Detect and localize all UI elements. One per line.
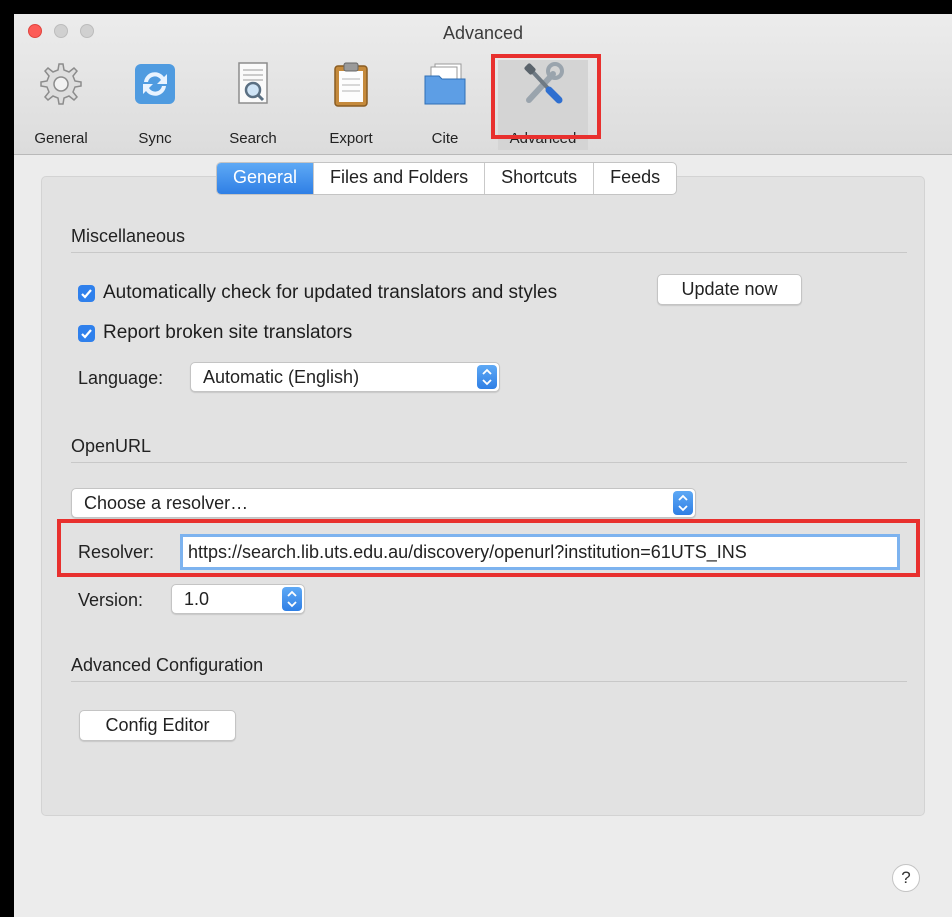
resolver-label: Resolver: (78, 542, 155, 562)
section-heading-openurl: OpenURL (71, 436, 152, 456)
toolbar-label-search: Search (229, 130, 277, 147)
divider (71, 462, 907, 463)
report-broken-checkbox[interactable] (78, 324, 95, 342)
clipboard-icon (334, 62, 368, 107)
checkmark-icon (81, 328, 92, 339)
toolbar-cite[interactable]: Cite (400, 60, 490, 150)
tab-bar: General Files and Folders Shortcuts Feed… (216, 162, 678, 195)
section-heading-advanced-configuration: Advanced Configuration (71, 655, 264, 675)
title-bar: Advanced General Sync Search Export Cite… (14, 14, 952, 155)
toolbar-label-advanced: Advanced (509, 130, 577, 147)
toolbar-search[interactable]: Search (208, 60, 298, 150)
sync-icon (135, 64, 175, 104)
tab-files-and-folders[interactable]: Files and Folders (314, 163, 486, 194)
toolbar-sync[interactable]: Sync (110, 60, 200, 150)
language-value: Automatic (English) (203, 367, 360, 387)
toolbar-advanced[interactable]: Advanced (498, 60, 588, 150)
preferences-window: Advanced General Sync Search Export Cite… (14, 14, 952, 917)
tab-feeds[interactable]: Feeds (594, 163, 676, 194)
toolbar-label-general: General (34, 130, 88, 147)
chevron-updown-icon (673, 491, 693, 515)
auto-check-row: Automatically check for updated translat… (78, 282, 557, 304)
version-label: Version: (78, 590, 144, 610)
tab-general[interactable]: General (217, 163, 315, 194)
toolbar-label-cite: Cite (431, 130, 459, 147)
language-label: Language: (78, 368, 164, 388)
folder-icon (424, 63, 466, 105)
report-broken-row: Report broken site translators (78, 322, 352, 344)
divider (71, 252, 907, 253)
resolver-select-value: Choose a resolver… (84, 493, 249, 513)
divider (71, 681, 907, 682)
toolbar-general[interactable]: General (16, 60, 106, 150)
checkmark-icon (81, 288, 92, 299)
section-heading-miscellaneous: Miscellaneous (71, 226, 186, 246)
resolver-url-field[interactable]: https://search.lib.uts.edu.au/discovery/… (180, 534, 900, 570)
chevron-updown-icon (282, 587, 302, 611)
gear-icon (40, 63, 82, 105)
help-button[interactable]: ? (892, 864, 920, 892)
tools-icon (524, 62, 564, 104)
toolbar-label-export: Export (329, 130, 373, 147)
resolver-select[interactable]: Choose a resolver… (71, 488, 696, 518)
version-value: 1.0 (184, 589, 210, 609)
config-editor-button[interactable]: Config Editor (79, 710, 236, 741)
tab-shortcuts[interactable]: Shortcuts (485, 163, 595, 194)
update-now-button[interactable]: Update now (657, 274, 802, 305)
report-broken-label: Report broken site translators (103, 322, 353, 343)
version-select[interactable]: 1.0 (171, 584, 305, 614)
chevron-updown-icon (477, 365, 497, 389)
auto-check-label: Automatically check for updated translat… (103, 282, 558, 303)
search-icon (238, 62, 268, 104)
language-select[interactable]: Automatic (English) (190, 362, 500, 392)
window-title: Advanced (442, 23, 524, 43)
toolbar-label-sync: Sync (138, 130, 172, 147)
toolbar-export[interactable]: Export (306, 60, 396, 150)
auto-check-checkbox[interactable] (78, 284, 95, 302)
